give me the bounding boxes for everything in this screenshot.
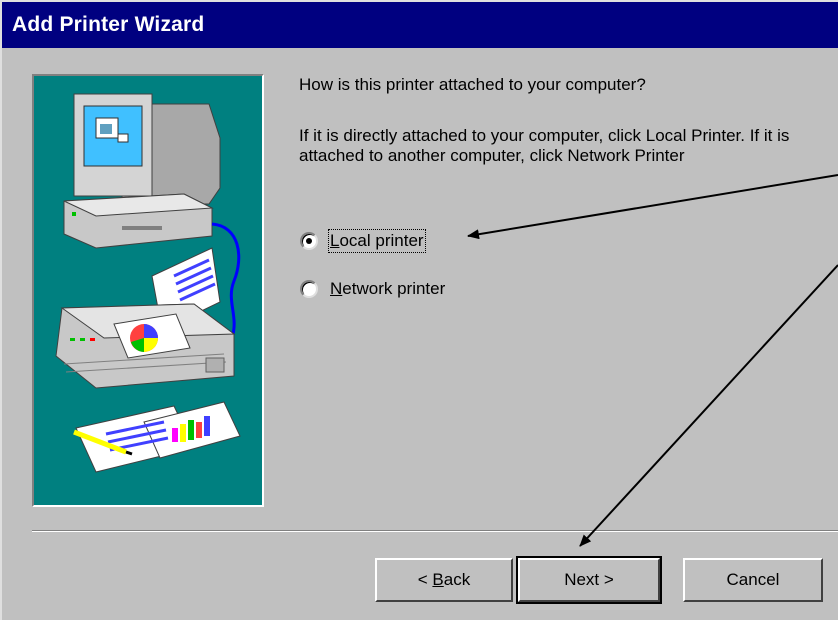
- network-printer-label-rest: etwork printer: [342, 279, 446, 298]
- back-button[interactable]: < Back: [375, 558, 513, 602]
- local-printer-label-rest: ocal printer: [339, 231, 424, 250]
- local-printer-radio-button[interactable]: [300, 232, 318, 250]
- radio-selected-dot: [306, 238, 312, 244]
- back-button-prefix: <: [417, 570, 433, 589]
- network-printer-radio[interactable]: Network printer: [300, 279, 445, 299]
- question-text: How is this printer attached to your com…: [299, 75, 646, 94]
- instructions-text: If it is directly attached to your compu…: [299, 126, 790, 165]
- add-printer-wizard-window: Add Printer Wizard How is this printer a…: [0, 0, 838, 620]
- title-bar: Add Printer Wizard: [2, 2, 838, 48]
- network-printer-mnemonic: N: [330, 279, 343, 298]
- next-button[interactable]: Next >: [516, 556, 662, 604]
- wizard-illustration: [32, 74, 264, 507]
- back-button-mnemonic: B: [432, 570, 444, 589]
- network-printer-radio-button[interactable]: [300, 280, 318, 298]
- back-button-rest: ack: [443, 570, 471, 589]
- printer-icon: [55, 247, 236, 389]
- next-button-label: Next >: [564, 570, 614, 589]
- cancel-button[interactable]: Cancel: [683, 558, 823, 602]
- local-printer-radio[interactable]: Local printer: [300, 229, 426, 253]
- separator-line: [32, 530, 838, 532]
- window-title: Add Printer Wizard: [12, 13, 205, 36]
- local-printer-label[interactable]: Local printer: [328, 229, 426, 253]
- cancel-button-label: Cancel: [726, 570, 780, 589]
- documents-icon: [73, 401, 241, 473]
- network-printer-label[interactable]: Network printer: [330, 279, 445, 299]
